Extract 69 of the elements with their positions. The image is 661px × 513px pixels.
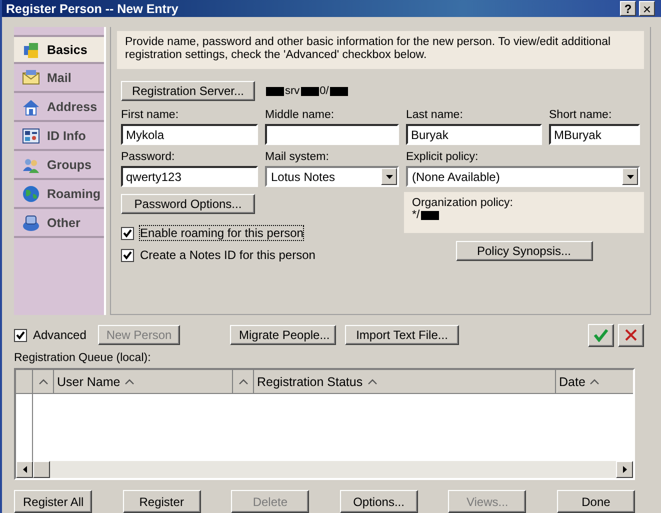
checkmark-icon xyxy=(123,250,132,260)
policy-value: */ xyxy=(412,209,636,221)
checkmark-icon xyxy=(123,228,132,238)
sidebar-item[interactable]: ID Info xyxy=(14,122,104,151)
policy-synopsis-button[interactable]: Policy Synopsis... xyxy=(456,241,592,261)
queue-label: Registration Queue (local): xyxy=(14,352,152,364)
checkbox-label: Create a Notes ID for this person xyxy=(140,248,316,262)
window-title: Register Person -- New Entry xyxy=(6,2,178,16)
sort-caret-icon xyxy=(368,378,377,384)
sort-caret-icon xyxy=(590,378,600,384)
horizontal-scrollbar[interactable] xyxy=(16,461,633,478)
password-options-button[interactable]: Password Options... xyxy=(121,194,255,214)
accept-button[interactable] xyxy=(588,324,614,346)
text-field[interactable]: Buryak xyxy=(406,124,542,145)
column-header[interactable]: Registration Status xyxy=(254,370,556,393)
checkbox[interactable] xyxy=(121,248,134,262)
help-button[interactable]: ? xyxy=(620,1,636,16)
field-label: Password: xyxy=(121,151,176,163)
field-label: Mail system: xyxy=(265,151,330,163)
footer-button[interactable]: Register All xyxy=(14,490,92,513)
checkmark-icon xyxy=(16,330,25,340)
globe-icon xyxy=(22,184,40,202)
field-label: Middle name: xyxy=(265,109,336,121)
close-icon xyxy=(624,328,638,342)
sort-caret-icon xyxy=(238,378,248,384)
checkbox-label: Enable roaming for this person xyxy=(140,226,304,240)
envelope-icon xyxy=(22,68,40,86)
sidebar-item[interactable]: Address xyxy=(14,93,104,122)
policy-label: Organization policy: xyxy=(412,197,514,209)
field-label: First name: xyxy=(121,109,180,121)
footer-button[interactable]: Options... xyxy=(340,490,418,513)
sidebar-item[interactable]: Basics xyxy=(14,35,104,64)
password-field[interactable]: qwerty123 xyxy=(121,166,258,187)
policy-dropdown[interactable]: (None Available) xyxy=(406,166,640,187)
checkbox[interactable] xyxy=(121,226,134,240)
footer-button[interactable]: Done xyxy=(556,490,635,513)
registration-server-button[interactable]: Registration Server... xyxy=(121,81,255,101)
field-label: Last name: xyxy=(406,109,464,121)
scroll-left-icon xyxy=(22,466,26,473)
text-field[interactable]: Mykola xyxy=(121,124,258,145)
server-name: srv 0/ xyxy=(265,85,349,97)
scroll-right-icon xyxy=(622,466,626,473)
footer-button[interactable]: Register xyxy=(122,490,201,513)
checkbox-label: Advanced xyxy=(33,328,86,342)
column-header[interactable]: Date xyxy=(556,370,633,393)
field-label: Explicit policy: xyxy=(406,151,480,163)
sort-caret-icon xyxy=(125,378,134,384)
sidebar-item[interactable]: Other xyxy=(14,209,104,238)
sidebar-item[interactable]: Roaming xyxy=(14,180,104,209)
dropdown-arrow-icon xyxy=(386,174,392,178)
house-icon xyxy=(22,98,40,116)
cancel-button[interactable] xyxy=(618,324,644,346)
field-label: Short name: xyxy=(549,109,613,121)
sidebar-item[interactable]: Groups xyxy=(14,151,104,180)
scroll-thumb[interactable] xyxy=(33,461,50,478)
checkmark-icon xyxy=(593,328,609,342)
action-button[interactable]: Migrate People... xyxy=(230,325,336,345)
close-button[interactable]: × xyxy=(639,1,655,16)
dropdown-arrow-icon xyxy=(626,174,634,178)
sidebar-item[interactable]: Mail xyxy=(14,64,104,93)
checkbox[interactable] xyxy=(14,328,27,342)
mail-system-dropdown[interactable]: Lotus Notes xyxy=(265,166,399,187)
info-text: Provide name, password and other basic information for the new person. To view/edit additional registration settings, check the 'Advanced' checkbox below. xyxy=(117,31,644,69)
action-button[interactable]: Import Text File... xyxy=(345,325,459,345)
text-field[interactable]: MBuryak xyxy=(549,124,640,145)
id-card-icon xyxy=(22,126,40,144)
text-field[interactable] xyxy=(265,124,399,145)
sort-caret-icon xyxy=(38,378,48,384)
column-header[interactable]: User Name xyxy=(54,370,233,393)
